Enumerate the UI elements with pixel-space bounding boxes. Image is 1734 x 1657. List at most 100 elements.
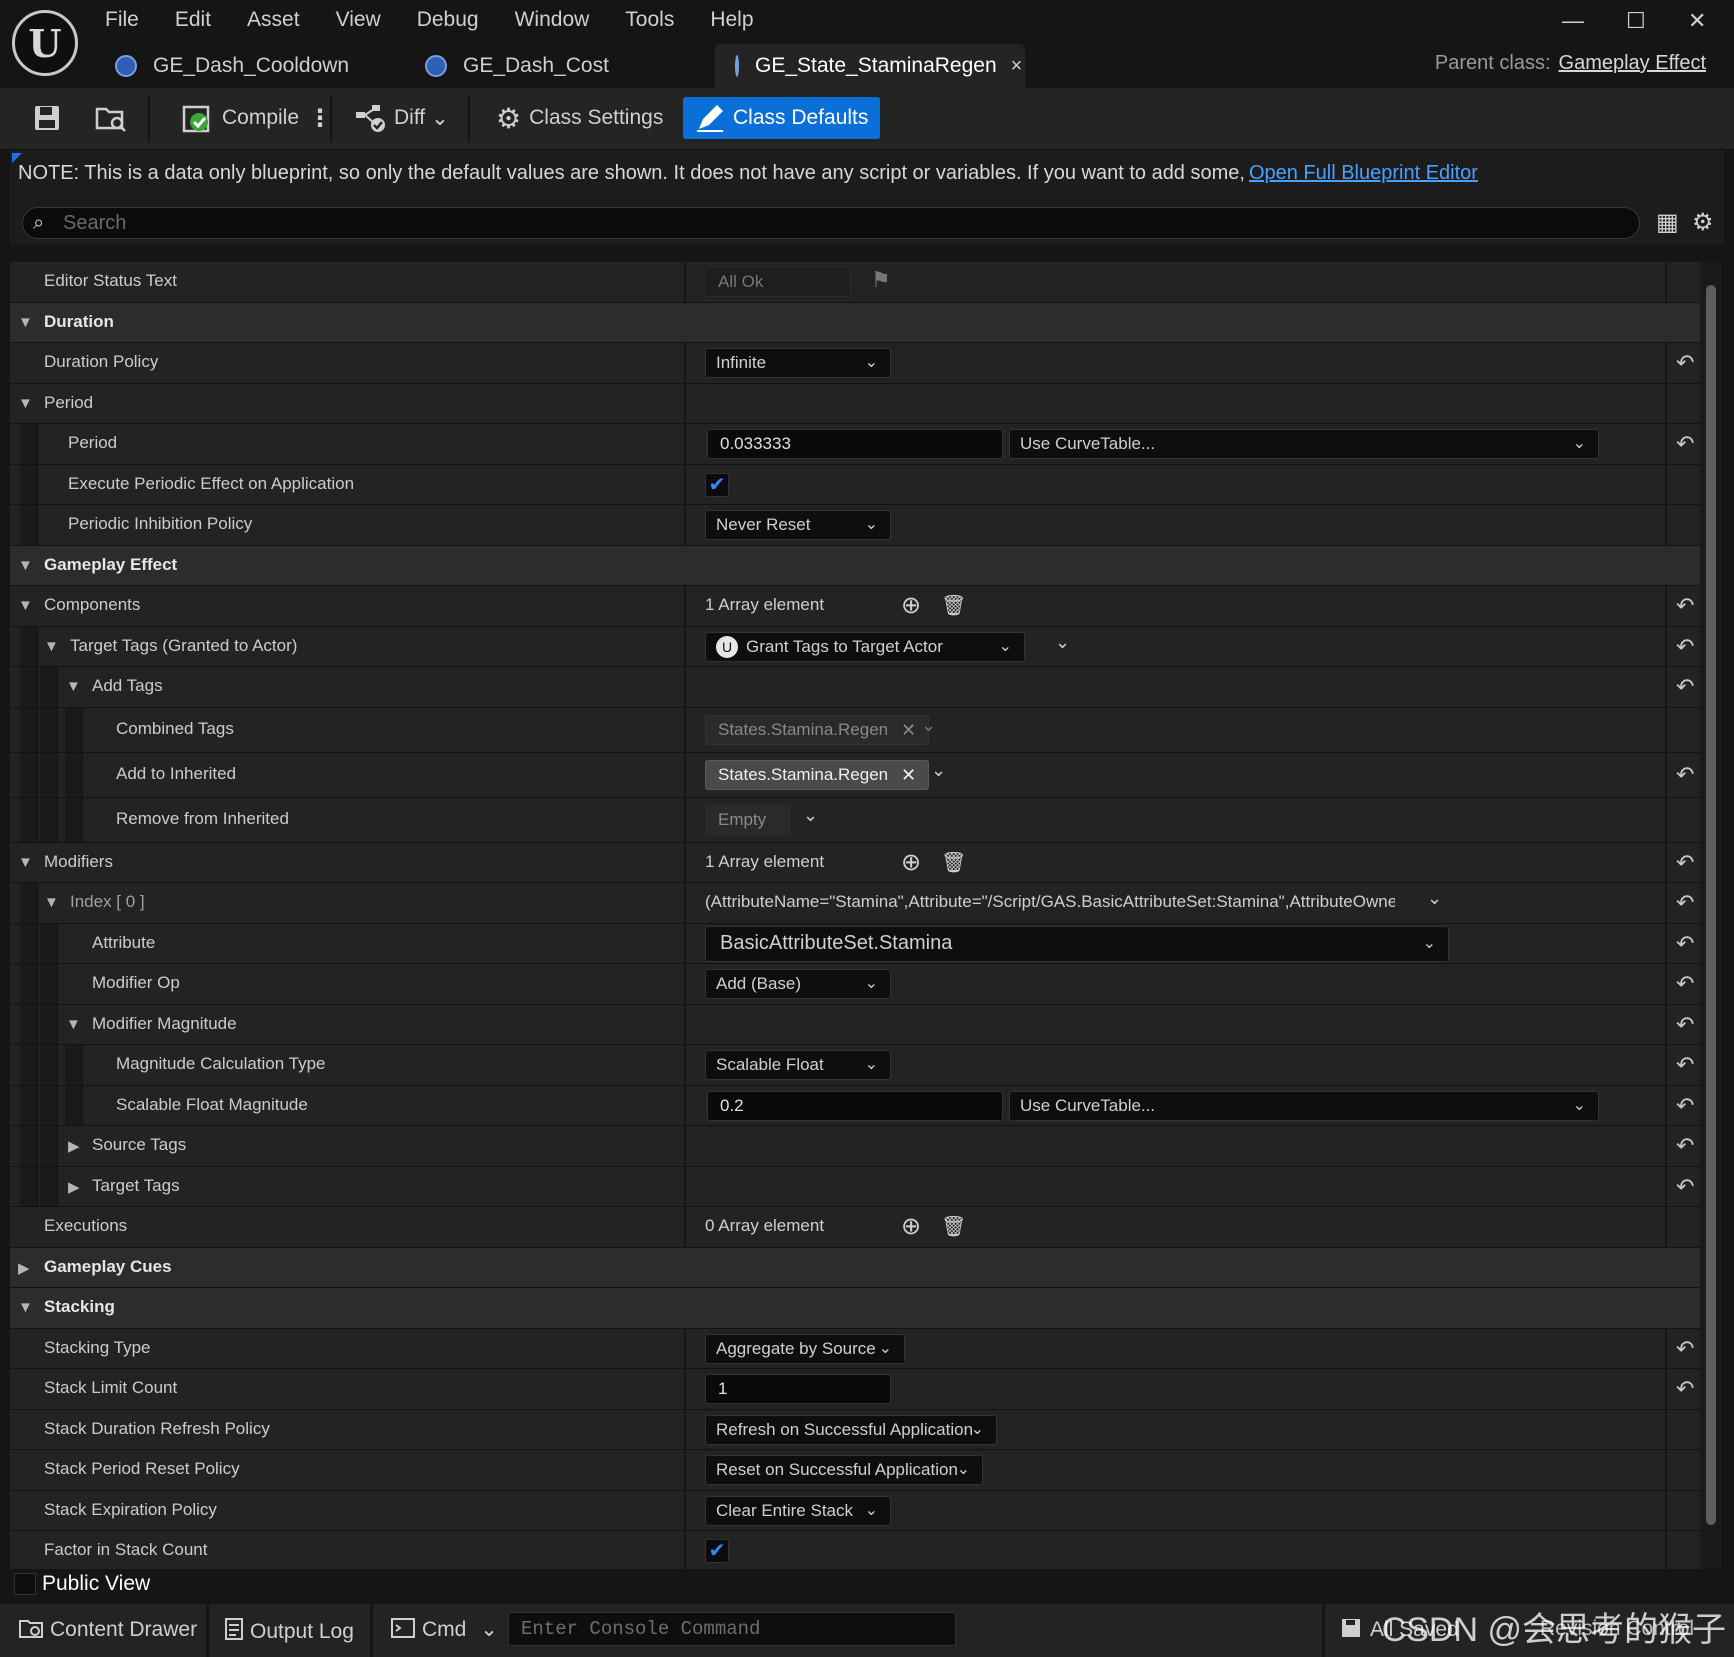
add-to-inherited-tag-chip[interactable]: States.Stamina.Regen ✕ xyxy=(705,759,930,790)
stack-duration-refresh-dropdown[interactable]: Refresh on Successful Application ⌄ xyxy=(705,1414,997,1445)
attribute-dropdown[interactable]: BasicAttributeSet.Stamina ⌄ xyxy=(705,925,1449,962)
menu-debug[interactable]: Debug xyxy=(417,8,479,32)
console-command-input[interactable] xyxy=(509,1613,955,1645)
category-stacking[interactable]: ▼ Stacking xyxy=(10,1288,1700,1329)
search-input[interactable] xyxy=(63,211,1623,235)
chevron-down-icon[interactable]: ⌄ xyxy=(803,805,818,826)
menu-file[interactable]: File xyxy=(105,8,139,32)
output-log-button[interactable]: Output Log xyxy=(224,1617,354,1644)
collapsed-arrow-icon[interactable]: ▶ xyxy=(68,1137,80,1155)
period-input[interactable]: 0.033333 xyxy=(707,429,1003,459)
group-period[interactable]: ▼ Period xyxy=(10,383,1700,424)
add-element-icon[interactable]: ⊕ xyxy=(901,591,921,620)
expand-arrow-icon[interactable]: ▼ xyxy=(66,1016,81,1033)
menu-window[interactable]: Window xyxy=(515,8,590,32)
close-window-icon[interactable]: ✕ xyxy=(1688,8,1706,34)
maximize-icon[interactable]: ☐ xyxy=(1626,8,1646,34)
save-button[interactable] xyxy=(22,97,72,139)
category-gameplay-effect[interactable]: ▼ Gameplay Effect xyxy=(10,545,1700,586)
reset-to-default-icon[interactable]: ↶ xyxy=(1676,1376,1694,1402)
factor-in-stack-count-checkbox[interactable]: ✔ xyxy=(705,1539,729,1563)
tab-ge-dash-cooldown[interactable]: GE_Dash_Cooldown xyxy=(95,44,395,88)
delete-all-icon[interactable]: 🗑 xyxy=(941,850,966,875)
reset-to-default-icon[interactable]: ↶ xyxy=(1676,674,1694,700)
reset-to-default-icon[interactable]: ↶ xyxy=(1676,431,1694,457)
chevron-down-icon[interactable]: ⌄ xyxy=(931,760,946,781)
settings-gear-icon[interactable]: ⚙ xyxy=(1692,208,1714,237)
modifier-op-dropdown[interactable]: Add (Base) ⌄ xyxy=(705,969,891,999)
delete-all-icon[interactable]: 🗑 xyxy=(941,1214,966,1239)
tab-ge-dash-cost[interactable]: GE_Dash_Cost xyxy=(405,44,705,88)
open-full-blueprint-editor-link[interactable]: Open Full Blueprint Editor xyxy=(1249,162,1478,184)
class-settings-button[interactable]: ⚙ Class Settings xyxy=(486,97,673,139)
execute-periodic-checkbox[interactable]: ✔ xyxy=(705,472,729,497)
reset-to-default-icon[interactable]: ↶ xyxy=(1676,593,1694,619)
chevron-down-icon[interactable]: ⌄ xyxy=(1055,632,1070,653)
menu-edit[interactable]: Edit xyxy=(175,8,211,32)
minimize-icon[interactable]: — xyxy=(1562,8,1584,34)
expand-arrow-icon[interactable]: ▼ xyxy=(18,314,33,331)
close-tab-icon[interactable]: × xyxy=(1011,55,1023,78)
parent-class-link[interactable]: Gameplay Effect xyxy=(1559,52,1706,74)
period-curvetable-dropdown[interactable]: Use CurveTable... ⌄ xyxy=(1009,429,1599,459)
reset-to-default-icon[interactable]: ↶ xyxy=(1676,350,1694,376)
menu-view[interactable]: View xyxy=(336,8,381,32)
reset-to-default-icon[interactable]: ↶ xyxy=(1676,971,1694,997)
reset-to-default-icon[interactable]: ↶ xyxy=(1676,762,1694,788)
public-view-checkbox[interactable] xyxy=(14,1573,36,1595)
menu-asset[interactable]: Asset xyxy=(247,8,300,32)
duration-policy-dropdown[interactable]: Infinite ⌄ xyxy=(705,348,891,378)
reset-to-default-icon[interactable]: ↶ xyxy=(1676,1174,1694,1200)
expand-arrow-icon[interactable]: ▼ xyxy=(18,854,33,871)
stack-expiration-dropdown[interactable]: Clear Entire Stack ⌄ xyxy=(705,1495,891,1526)
tab-ge-state-staminaregen[interactable]: GE_State_StaminaRegen × xyxy=(715,44,1025,88)
class-defaults-button[interactable]: Class Defaults xyxy=(683,97,881,139)
delete-all-icon[interactable]: 🗑 xyxy=(941,593,966,618)
unreal-logo-icon[interactable]: U xyxy=(12,10,78,76)
expand-arrow-icon[interactable]: ▼ xyxy=(18,395,33,412)
compile-button[interactable]: Compile xyxy=(172,97,309,139)
category-gameplay-cues[interactable]: ▶ Gameplay Cues xyxy=(10,1247,1700,1288)
collapsed-arrow-icon[interactable]: ▶ xyxy=(18,1259,30,1277)
stack-period-reset-dropdown[interactable]: Reset on Successful Application ⌄ xyxy=(705,1455,983,1485)
reset-to-default-icon[interactable]: ↶ xyxy=(1676,634,1694,660)
magnitude-curvetable-dropdown[interactable]: Use CurveTable... ⌄ xyxy=(1009,1090,1599,1121)
component-class-dropdown[interactable]: U Grant Tags to Target Actor ⌄ xyxy=(705,631,1025,662)
expand-arrow-icon[interactable]: ▼ xyxy=(18,597,33,614)
menu-help[interactable]: Help xyxy=(710,8,753,32)
collapsed-arrow-icon[interactable]: ▶ xyxy=(68,1178,80,1196)
expand-arrow-icon[interactable]: ▼ xyxy=(44,894,59,911)
table-view-icon[interactable]: ▦ xyxy=(1656,208,1679,237)
reset-to-default-icon[interactable]: ↶ xyxy=(1676,1336,1694,1362)
cmd-dropdown[interactable]: Cmd ⌄ xyxy=(390,1617,498,1642)
diff-button[interactable]: Diff ⌄ xyxy=(344,97,459,139)
public-view-toggle[interactable]: Public View xyxy=(10,1569,1724,1599)
category-duration[interactable]: ▼ Duration xyxy=(10,302,1700,343)
chevron-down-icon[interactable]: ⌄ xyxy=(1427,888,1442,909)
magnitude-calc-type-dropdown[interactable]: Scalable Float ⌄ xyxy=(705,1050,891,1080)
stacking-type-dropdown[interactable]: Aggregate by Source ⌄ xyxy=(705,1333,905,1364)
periodic-inhibition-dropdown[interactable]: Never Reset ⌄ xyxy=(705,510,891,540)
add-element-icon[interactable]: ⊕ xyxy=(901,848,921,877)
expand-arrow-icon[interactable]: ▼ xyxy=(66,678,81,695)
compile-options-button[interactable]: ⋮ xyxy=(298,97,342,139)
scalable-float-input[interactable]: 0.2 xyxy=(707,1090,1003,1121)
reset-to-default-icon[interactable]: ↶ xyxy=(1676,1133,1694,1159)
expand-arrow-icon[interactable]: ▼ xyxy=(44,638,59,655)
reset-to-default-icon[interactable]: ↶ xyxy=(1676,850,1694,876)
expand-arrow-icon[interactable]: ▼ xyxy=(18,1299,33,1316)
remove-tag-icon[interactable]: ✕ xyxy=(901,765,916,786)
add-element-icon[interactable]: ⊕ xyxy=(901,1212,921,1241)
reset-to-default-icon[interactable]: ↶ xyxy=(1676,1052,1694,1078)
reset-to-default-icon[interactable]: ↶ xyxy=(1676,890,1694,916)
stack-limit-count-input[interactable]: 1 xyxy=(705,1374,891,1404)
menu-tools[interactable]: Tools xyxy=(625,8,674,32)
reset-to-default-icon[interactable]: ↶ xyxy=(1676,1012,1694,1038)
browse-button[interactable] xyxy=(84,97,138,139)
expand-arrow-icon[interactable]: ▼ xyxy=(18,557,33,574)
blueprint-icon xyxy=(425,55,447,77)
content-drawer-button[interactable]: Content Drawer xyxy=(18,1617,197,1642)
scrollbar-thumb[interactable] xyxy=(1706,285,1716,1525)
reset-to-default-icon[interactable]: ↶ xyxy=(1676,931,1694,957)
reset-to-default-icon[interactable]: ↶ xyxy=(1676,1093,1694,1119)
